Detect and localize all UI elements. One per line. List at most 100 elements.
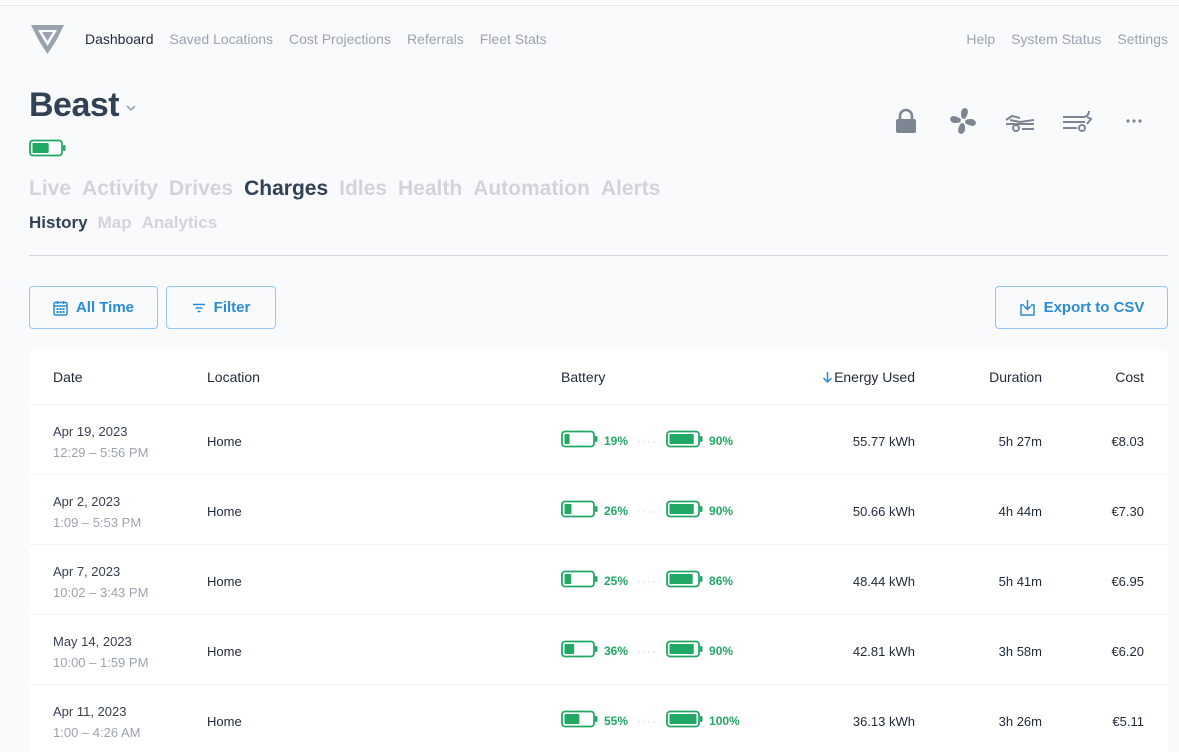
- battery-range: 19% ···· 90%: [561, 430, 733, 451]
- battery-range: 36% ···· 90%: [561, 640, 733, 661]
- charge-cost: €6.20: [1111, 644, 1144, 659]
- filter-button[interactable]: Filter: [166, 286, 276, 329]
- table-row[interactable]: Apr 19, 2023 12:29 – 5:56 PM Home 19% ···· 90…: [29, 404, 1168, 474]
- charge-time-range: 1:09 – 5:53 PM: [53, 515, 142, 530]
- charge-location: Home: [207, 574, 242, 589]
- header-duration[interactable]: Duration: [989, 369, 1042, 385]
- header-energy-label: Energy Used: [834, 369, 915, 385]
- more-icon: [1125, 119, 1142, 123]
- energy-used: 42.81 kWh: [852, 644, 915, 659]
- table-row[interactable]: Apr 2, 2023 1:09 – 5:53 PM Home 26% ···· 90% 5…: [29, 474, 1168, 544]
- subtab-analytics[interactable]: Analytics: [142, 213, 218, 233]
- battery-dots: ····: [637, 433, 658, 448]
- battery-end-icon: [666, 430, 703, 448]
- all-time-button[interactable]: All Time: [29, 286, 158, 329]
- charge-duration: 3h 58m: [998, 644, 1042, 659]
- battery-end-percent: 100%: [709, 713, 740, 728]
- all-time-label: All Time: [75, 299, 135, 316]
- nav-dashboard[interactable]: Dashboard: [85, 31, 154, 47]
- chevron-down-icon: [126, 104, 136, 111]
- energy-used: 50.66 kWh: [852, 504, 915, 519]
- charge-date: Apr 19, 2023: [53, 424, 128, 439]
- battery-start-percent: 55%: [604, 713, 629, 728]
- tab-health[interactable]: Health: [398, 177, 462, 201]
- battery-end-icon: [666, 570, 703, 588]
- battery-start-icon: [561, 640, 598, 658]
- tab-drives[interactable]: Drives: [169, 177, 233, 201]
- energy-used: 48.44 kWh: [852, 574, 915, 589]
- top-nav: Dashboard Saved Locations Cost Projectio…: [29, 20, 1168, 58]
- energy-used: 36.13 kWh: [852, 714, 915, 729]
- tab-automation[interactable]: Automation: [473, 177, 590, 201]
- battery-dots: ····: [637, 503, 658, 518]
- sort-arrow-down-icon: [823, 371, 833, 383]
- nav-saved-locations[interactable]: Saved Locations: [170, 31, 274, 47]
- subtab-map[interactable]: Map: [98, 213, 132, 233]
- charge-date: Apr 7, 2023: [53, 564, 121, 579]
- tab-live[interactable]: Live: [29, 177, 71, 201]
- charge-cost: €6.95: [1111, 574, 1144, 589]
- more-button[interactable]: [1115, 104, 1152, 138]
- charge-duration: 4h 44m: [998, 504, 1042, 519]
- export-csv-button[interactable]: Export to CSV: [995, 286, 1168, 329]
- charge-location: Home: [207, 644, 242, 659]
- calendar-icon: [53, 300, 68, 316]
- battery-dots: ····: [637, 643, 658, 658]
- battery-end-icon: [666, 710, 703, 728]
- charge-location: Home: [207, 504, 242, 519]
- battery-range: 26% ···· 90%: [561, 500, 733, 521]
- vehicle-actions: [887, 104, 1152, 138]
- table-row[interactable]: Apr 7, 2023 10:02 – 3:43 PM Home 25% ···· 86%…: [29, 544, 1168, 614]
- vehicle-selector[interactable]: Beast: [29, 86, 137, 125]
- header-date[interactable]: Date: [53, 369, 83, 385]
- tab-charges[interactable]: Charges: [244, 177, 328, 201]
- tab-alerts[interactable]: Alerts: [601, 177, 661, 201]
- battery-end-percent: 90%: [709, 433, 734, 448]
- header-battery[interactable]: Battery: [561, 369, 605, 385]
- table-row[interactable]: May 14, 2023 10:00 – 1:59 PM Home 36% ···· 90…: [29, 614, 1168, 684]
- tab-idles[interactable]: Idles: [339, 177, 387, 201]
- battery-start-icon: [561, 430, 598, 448]
- nav-cost-projections[interactable]: Cost Projections: [289, 31, 391, 47]
- download-icon: [1019, 300, 1035, 316]
- charge-duration: 3h 26m: [998, 714, 1042, 729]
- battery-range: 25% ···· 86%: [561, 570, 733, 591]
- lock-button[interactable]: [887, 104, 924, 138]
- nav-referrals[interactable]: Referrals: [407, 31, 464, 47]
- charge-duration: 5h 41m: [998, 574, 1042, 589]
- top-bar: [0, 0, 1179, 6]
- nav-help[interactable]: Help: [966, 31, 995, 47]
- frunk-button[interactable]: [1001, 104, 1038, 138]
- table-row[interactable]: Apr 11, 2023 1:00 – 4:26 AM Home 55% ···· 100…: [29, 684, 1168, 752]
- charge-time-range: 12:29 – 5:56 PM: [53, 445, 149, 460]
- subtab-history[interactable]: History: [29, 213, 88, 233]
- frunk-icon: [1004, 114, 1034, 132]
- battery-end-percent: 90%: [709, 503, 734, 518]
- climate-button[interactable]: [944, 104, 981, 138]
- charge-location: Home: [207, 714, 242, 729]
- divider: [29, 255, 1168, 256]
- battery-start-percent: 26%: [604, 503, 629, 518]
- nav-system-status[interactable]: System Status: [1011, 31, 1101, 47]
- nav-settings[interactable]: Settings: [1117, 31, 1168, 47]
- battery-end-percent: 90%: [709, 643, 734, 658]
- energy-used: 55.77 kWh: [852, 434, 915, 449]
- battery-start-icon: [561, 570, 598, 588]
- battery-range: 55% ···· 100%: [561, 710, 740, 731]
- header-cost[interactable]: Cost: [1115, 369, 1144, 385]
- app-logo-icon[interactable]: [29, 21, 66, 57]
- header-location[interactable]: Location: [207, 369, 260, 385]
- filter-label: Filter: [213, 299, 251, 316]
- charge-duration: 5h 27m: [998, 434, 1042, 449]
- trunk-button[interactable]: [1058, 104, 1095, 138]
- battery-end-percent: 86%: [709, 573, 734, 588]
- battery-start-percent: 19%: [604, 433, 629, 448]
- sub-tabs: History Map Analytics: [29, 213, 217, 233]
- nav-fleet-stats[interactable]: Fleet Stats: [480, 31, 547, 47]
- header-energy[interactable]: Energy Used: [822, 369, 915, 385]
- battery-end-icon: [666, 640, 703, 658]
- charges-table: Date Location Battery Energy Used Durati…: [29, 349, 1168, 752]
- battery-start-icon: [561, 500, 598, 518]
- charge-cost: €7.30: [1111, 504, 1144, 519]
- tab-activity[interactable]: Activity: [82, 177, 158, 201]
